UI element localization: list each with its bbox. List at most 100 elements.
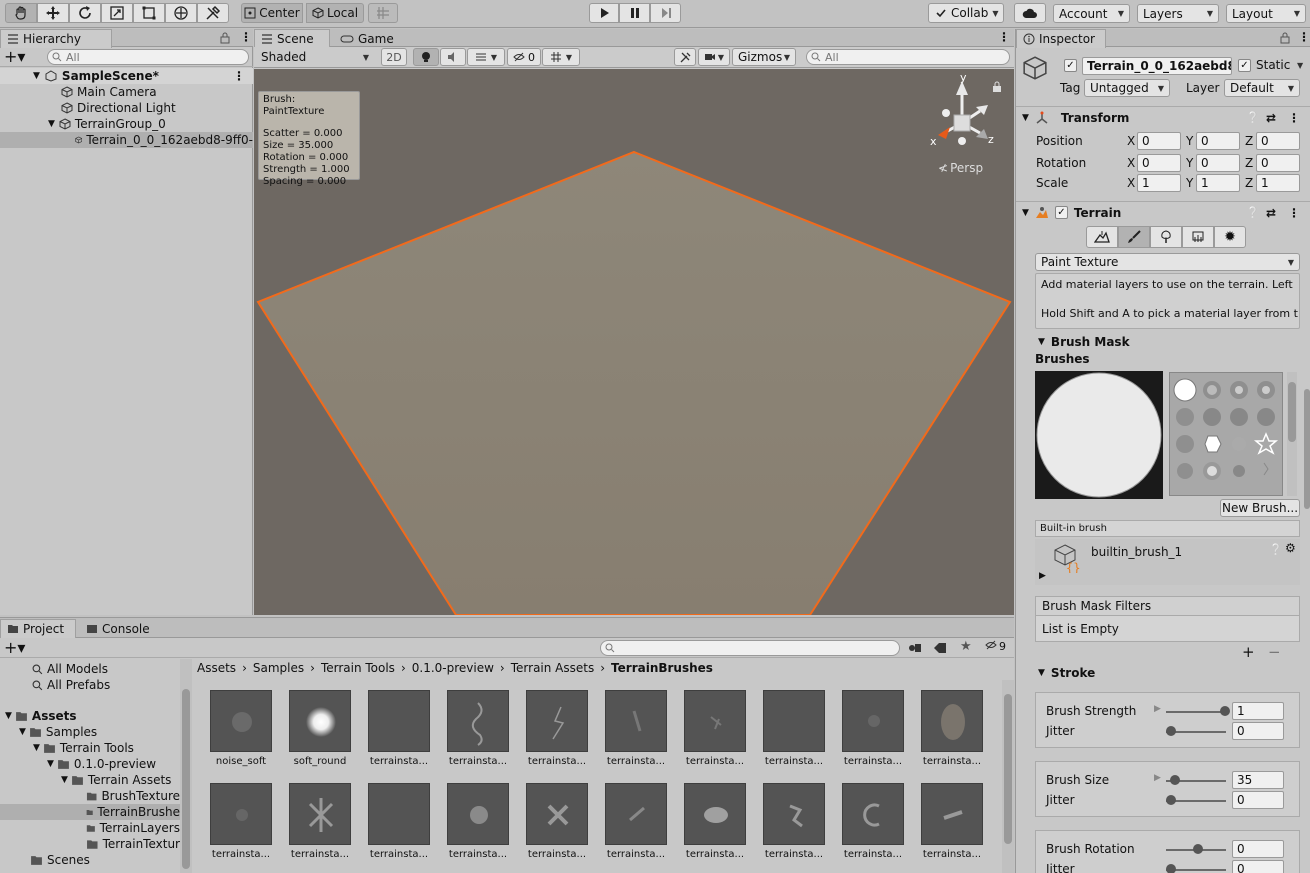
asset-thumbnail[interactable] — [210, 783, 272, 845]
brush-strength-slider[interactable] — [1166, 711, 1226, 713]
asset-thumbnail[interactable] — [842, 783, 904, 845]
tab-project[interactable]: Project — [0, 619, 76, 638]
pivot-mode-button[interactable]: Center — [241, 3, 303, 23]
tools-button[interactable] — [674, 48, 696, 66]
layer-dropdown[interactable]: Default ▼ — [1224, 79, 1300, 97]
asset-thumbnail[interactable] — [605, 690, 667, 752]
scale-x-field[interactable]: 1 — [1137, 174, 1181, 192]
static-caret-icon[interactable]: ▼ — [1297, 61, 1303, 70]
expand-arrow-icon[interactable]: ▼ — [61, 775, 68, 785]
raise-terrain-tool[interactable] — [1086, 226, 1118, 248]
foldout-arrow-icon[interactable]: ▼ — [1022, 208, 1029, 218]
favorite-all-models[interactable]: All Models — [0, 661, 180, 677]
expand-arrow-icon[interactable]: ▼ — [33, 71, 40, 81]
new-brush-button[interactable]: New Brush... — [1220, 499, 1300, 517]
rotation-y-field[interactable]: 0 — [1196, 154, 1240, 172]
inspector-menu-icon[interactable]: ⋮ — [1298, 30, 1310, 44]
asset-thumbnail[interactable] — [921, 783, 983, 845]
project-search-input[interactable] — [600, 640, 900, 656]
pause-button[interactable] — [619, 3, 650, 23]
asset-thumbnail[interactable] — [368, 690, 430, 752]
asset-thumbnail[interactable] — [605, 783, 667, 845]
asset-thumbnail[interactable] — [684, 783, 746, 845]
folder-terrainlayers[interactable]: TerrainLayers — [0, 820, 180, 836]
help-icon[interactable]: ❔ — [1246, 111, 1260, 124]
camera-dropdown[interactable]: ▼ — [698, 48, 730, 66]
asset-thumbnail[interactable] — [526, 690, 588, 752]
terrain-enabled-checkbox[interactable]: ✓ — [1054, 206, 1068, 219]
expand-arrow-icon[interactable]: ▼ — [33, 743, 40, 753]
size-jitter-knob[interactable] — [1166, 795, 1176, 805]
brush-strength-field[interactable]: 1 — [1232, 702, 1284, 720]
hierarchy-menu-icon[interactable]: ⋮ — [240, 30, 252, 44]
step-button[interactable] — [650, 3, 681, 23]
favorite-star-icon[interactable]: ★ — [960, 639, 972, 654]
layout-dropdown[interactable]: Layout ▼ — [1226, 4, 1306, 23]
rotation-jitter-field[interactable]: 0 — [1232, 860, 1284, 873]
pivot-space-button[interactable]: Local — [306, 3, 364, 23]
asset-thumbnail[interactable] — [210, 690, 272, 752]
brush-palette-scrollbar[interactable] — [1287, 372, 1297, 496]
paint-trees-tool[interactable] — [1150, 226, 1182, 248]
project-tree-scrollbar[interactable] — [180, 659, 192, 873]
scene-viewport[interactable]: Brush: PaintTexture Scatter = 0.000 Size… — [254, 69, 1014, 615]
add-filter-button[interactable]: + — [1242, 643, 1255, 661]
asset-thumbnail[interactable] — [921, 690, 983, 752]
brush-size-field[interactable]: 35 — [1232, 771, 1284, 789]
paint-details-tool[interactable] — [1182, 226, 1214, 248]
paint-texture-tool[interactable] — [1118, 226, 1150, 248]
foldout-arrow-icon[interactable]: ▼ — [1022, 113, 1029, 123]
inspector-scrollbar[interactable] — [1304, 389, 1310, 509]
asset-grid-scrollbar[interactable] — [1002, 680, 1014, 873]
folder-terrain-assets[interactable]: ▼ Terrain Assets — [0, 772, 180, 788]
foldout-arrow-icon[interactable]: ▼ — [1038, 337, 1045, 347]
cloud-button[interactable] — [1014, 3, 1046, 23]
breadcrumb-item[interactable]: Samples — [253, 661, 304, 677]
lock-icon[interactable] — [1280, 32, 1290, 44]
rotation-z-field[interactable]: 0 — [1256, 154, 1300, 172]
expand-arrow-icon[interactable]: ▼ — [5, 711, 12, 721]
rotation-jitter-knob[interactable] — [1166, 864, 1176, 873]
brush-mask-header[interactable]: ▼ Brush Mask — [1016, 332, 1310, 352]
account-dropdown[interactable]: Account ▼ — [1053, 4, 1130, 23]
rect-tool-button[interactable] — [133, 3, 165, 23]
project-create-button[interactable]: +▾ — [4, 638, 25, 657]
tab-inspector[interactable]: Inspector — [1016, 29, 1106, 48]
hierarchy-item-terraingroup[interactable]: ▼ TerrainGroup_0 — [0, 116, 253, 132]
folder-brushtexture[interactable]: BrushTexture — [0, 788, 180, 804]
breadcrumb-item[interactable]: 0.1.0-preview — [412, 661, 494, 677]
move-tool-button[interactable] — [37, 3, 69, 23]
folder-terrainbrushes[interactable]: TerrainBrushe — [0, 804, 180, 820]
scrollbar-thumb[interactable] — [1288, 382, 1296, 442]
folder-version[interactable]: ▼ 0.1.0-preview — [0, 756, 180, 772]
active-checkbox[interactable]: ✓ — [1064, 59, 1077, 72]
hierarchy-search-input[interactable]: All — [47, 49, 249, 65]
persp-label[interactable]: ≮ Persp — [938, 161, 983, 175]
scrollbar-thumb[interactable] — [182, 689, 190, 869]
expand-arrow-icon[interactable]: ▶ — [1039, 571, 1046, 581]
favorite-all-prefabs[interactable]: All Prefabs — [0, 677, 180, 693]
breadcrumb-item[interactable]: Assets — [197, 661, 236, 677]
settings-icon[interactable]: ⚙ — [1285, 541, 1296, 555]
folder-terrain-tools[interactable]: ▼ Terrain Tools — [0, 740, 180, 756]
breadcrumb-item[interactable]: Terrain Assets — [511, 661, 595, 677]
preset-icon[interactable]: ⇄ — [1266, 206, 1276, 220]
position-x-field[interactable]: 0 — [1137, 132, 1181, 150]
tag-dropdown[interactable]: Untagged ▼ — [1084, 79, 1170, 97]
snap-button[interactable] — [368, 3, 398, 23]
brush-strength-knob[interactable] — [1220, 706, 1230, 716]
asset-thumbnail[interactable] — [526, 783, 588, 845]
transform-header[interactable]: ▼ Transform ❔ ⇄ ⋮ — [1016, 106, 1310, 128]
strength-jitter-field[interactable]: 0 — [1232, 722, 1284, 740]
terrain-tool-select[interactable]: Paint Texture ▼ — [1035, 253, 1300, 271]
help-icon[interactable]: ❔ — [1246, 206, 1260, 219]
2d-toggle[interactable]: 2D — [381, 48, 407, 66]
asset-thumbnail[interactable] — [684, 690, 746, 752]
gizmos-dropdown[interactable]: Gizmos ▼ — [732, 48, 796, 66]
custom-tool-button[interactable] — [197, 3, 229, 23]
scene-row[interactable]: ▼ SampleScene* ⋮ — [0, 68, 253, 84]
scale-y-field[interactable]: 1 — [1196, 174, 1240, 192]
terrain-settings-tool[interactable]: ✹ — [1214, 226, 1246, 248]
asset-thumbnail[interactable] — [447, 783, 509, 845]
component-menu-icon[interactable]: ⋮ — [1288, 206, 1300, 220]
